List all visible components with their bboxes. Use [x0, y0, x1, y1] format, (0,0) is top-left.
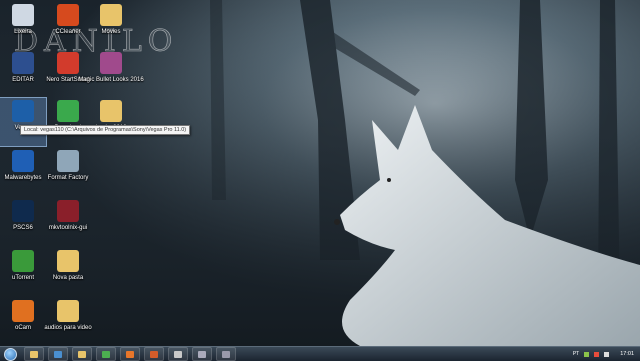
start-button[interactable]: [0, 347, 20, 361]
desktop-icon-pscs6[interactable]: PSCS6: [0, 198, 46, 246]
vegas-icon: [12, 100, 34, 122]
folder-icon: [100, 4, 122, 26]
taskbar-folder-button[interactable]: [72, 347, 92, 361]
tooltip: Local: vegas110 (C:\Arquivos de Programa…: [20, 125, 191, 135]
network-icon[interactable]: [584, 351, 590, 357]
taskbar-window-button[interactable]: [192, 347, 212, 361]
desktop-icon-label: uTorrent: [11, 275, 34, 281]
desktop-icon-label: Nova pasta: [52, 275, 84, 281]
chrome-icon: [102, 350, 110, 358]
windows-orb-icon: [3, 347, 17, 361]
desktop-icon-vegas[interactable]: Vegas: [0, 97, 47, 147]
flag-icon[interactable]: [594, 351, 600, 357]
taskbar-explorer-button[interactable]: [24, 347, 44, 361]
editar-app-icon: [12, 52, 34, 74]
desktop-icon-format-factory[interactable]: Format Factory: [45, 148, 91, 196]
desktop-icon-ccleaner[interactable]: CCleaner: [45, 2, 91, 50]
folder-icon: [100, 100, 122, 122]
folder-icon: [57, 250, 79, 272]
desktop-icon-nero-startsmart[interactable]: Nero StartSmart: [45, 50, 91, 98]
format-factory-icon: [57, 150, 79, 172]
desktop-icon-label: Malwarebytes: [4, 175, 42, 181]
desktop-icon-label: audios para video: [44, 325, 92, 331]
desktop-icon-label: Movies: [101, 29, 121, 35]
desktop-icon-label: Lixeira: [14, 29, 32, 35]
desktop-icon-nova-pasta[interactable]: Nova pasta: [45, 248, 91, 296]
language-indicator[interactable]: PT: [573, 351, 579, 357]
download-icon: [57, 100, 79, 122]
system-tray: PT 17:01: [573, 347, 640, 361]
desktop-icon-mkvtoolnix-gui[interactable]: mkvtoolnix-gui: [45, 198, 91, 246]
taskbar: PT 17:01: [0, 346, 640, 361]
desktop-icon-label: Magic Bullet Looks 2016: [78, 77, 144, 83]
desktop-icon-label: Format Factory: [47, 175, 89, 181]
desktop-icon-lixeira[interactable]: Lixeira: [0, 2, 46, 50]
taskbar-firefox-button[interactable]: [120, 347, 140, 361]
desktop-icon-looks-2016[interactable]: Looks 2016: [88, 98, 134, 146]
desktop-icon-download[interactable]: Download: [45, 98, 91, 146]
desktop-icon-magic-bullet-looks-2016[interactable]: Magic Bullet Looks 2016: [78, 50, 144, 98]
desktop-icon-movies[interactable]: Movies: [88, 2, 134, 50]
desktop-icon-malwarebytes[interactable]: Malwarebytes: [0, 148, 46, 196]
desktop-icon-label: mkvtoolnix-gui: [48, 225, 88, 231]
recycle-bin-icon: [12, 4, 34, 26]
clock[interactable]: 17:01: [620, 351, 634, 357]
app-icon: [150, 350, 158, 358]
utorrent-icon: [12, 250, 34, 272]
desktop-icon-audios-para-video[interactable]: audios para video: [44, 298, 92, 346]
mkvtoolnix-icon: [57, 200, 79, 222]
photoshop-icon: [12, 200, 34, 222]
window-icon: [222, 350, 230, 358]
nero-icon: [57, 52, 79, 74]
taskbar-media-player-button[interactable]: [48, 347, 68, 361]
taskbar-chrome-button[interactable]: [96, 347, 116, 361]
desktop-icon-label: oCam: [14, 325, 31, 331]
desktop-icon-utorrent[interactable]: uTorrent: [0, 248, 46, 296]
archive-icon: [100, 52, 122, 74]
taskbar-window-button[interactable]: [168, 347, 188, 361]
volume-icon[interactable]: [604, 351, 610, 357]
desktop-icon-label: CCleaner: [55, 29, 81, 35]
malwarebytes-icon: [12, 150, 34, 172]
window-icon: [198, 350, 206, 358]
window-icon: [174, 350, 182, 358]
folder-icon: [78, 350, 86, 358]
firefox-icon: [126, 350, 134, 358]
desktop-icon-label: EDITAR: [12, 77, 34, 83]
explorer-icon: [30, 350, 38, 358]
media-player-icon: [54, 350, 62, 358]
taskbar-app-button[interactable]: [144, 347, 164, 361]
desktop-icon-ocam[interactable]: oCam: [0, 298, 46, 346]
taskbar-window-button[interactable]: [216, 347, 236, 361]
folder-icon: [57, 300, 79, 322]
ccleaner-icon: [57, 4, 79, 26]
ocam-icon: [12, 300, 34, 322]
desktop-icon-editar[interactable]: EDITAR: [0, 50, 46, 98]
desktop-icon-label: PSCS6: [13, 225, 33, 231]
